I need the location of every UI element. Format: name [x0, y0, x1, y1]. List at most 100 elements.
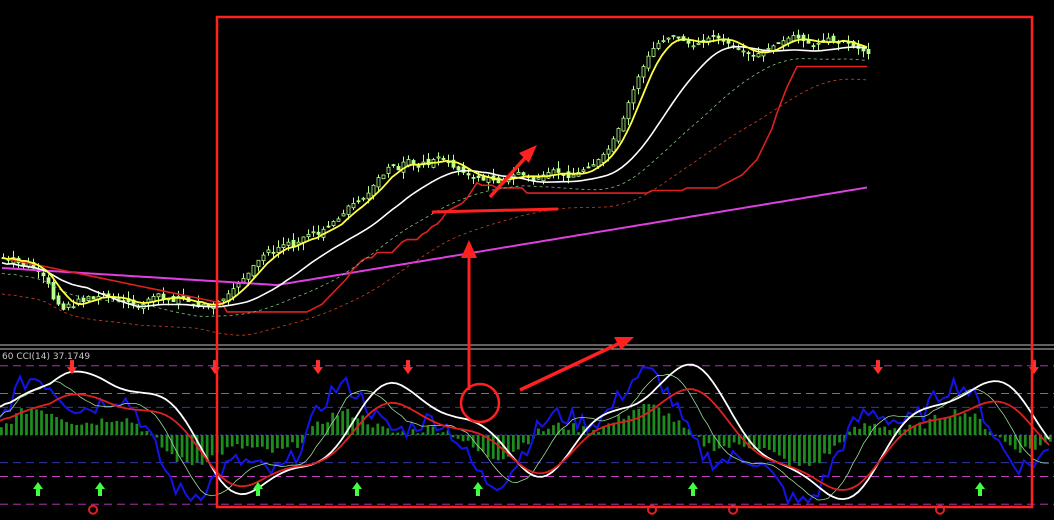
candle-body	[61, 303, 66, 310]
cci-histogram-bar	[431, 426, 435, 435]
cci-histogram-bar	[80, 424, 84, 435]
candle-body	[341, 213, 346, 217]
cci-histogram-bar	[527, 435, 530, 445]
cci-histogram-bar	[281, 435, 284, 449]
candle-body	[326, 225, 331, 228]
candle-body	[866, 48, 871, 54]
candle-body	[831, 35, 836, 42]
candle-body	[641, 66, 646, 78]
candle-body	[606, 148, 611, 155]
cci-histogram-bar	[923, 428, 927, 435]
candle-body	[46, 277, 51, 284]
cci-histogram-bar	[968, 416, 972, 435]
cci-histogram-bar	[1023, 435, 1027, 447]
cci-histogram-bar	[95, 424, 99, 435]
cci-histogram-bar	[883, 426, 887, 435]
candle-body	[316, 231, 321, 235]
candle-body	[276, 246, 281, 253]
cci-histogram-bar	[245, 435, 249, 447]
cci-histogram-bar	[888, 430, 892, 435]
cci-histogram-bar	[547, 428, 550, 435]
candle-body	[686, 40, 691, 44]
candle-body	[221, 298, 226, 302]
cci-histogram-bar	[185, 435, 189, 463]
cci-histogram-bar	[632, 409, 636, 435]
cci-histogram-bar	[562, 428, 565, 435]
candle-body	[286, 241, 291, 246]
candle-body	[271, 251, 276, 254]
candle-body	[586, 166, 591, 169]
candle-body	[566, 171, 571, 178]
cci-histogram-bar	[145, 430, 149, 435]
candle-body	[261, 254, 266, 262]
cci-histogram-bar	[993, 435, 997, 437]
candle-body	[756, 53, 761, 58]
cci-histogram-bar	[667, 413, 671, 435]
cci-histogram-bar	[873, 423, 877, 435]
candle-body	[571, 174, 576, 178]
cci-histogram-bar	[391, 432, 395, 435]
cci-histogram-bar	[767, 435, 771, 450]
cci-histogram-bar	[787, 435, 791, 467]
candle-body	[241, 277, 246, 283]
candle-body	[716, 35, 721, 39]
candle-body	[651, 48, 656, 57]
cci-histogram-bar	[140, 431, 144, 435]
cci-histogram-bar	[135, 423, 139, 435]
cci-histogram-bar	[120, 421, 124, 435]
cci-histogram-bar	[863, 423, 867, 435]
cci-indicator-label: 60 CCI(14) 37.1749	[2, 352, 90, 362]
cci-histogram-bar	[848, 431, 851, 435]
cci-histogram-bar	[963, 413, 967, 435]
cci-histogram-bar	[983, 429, 987, 435]
cci-histogram-bar	[235, 435, 239, 445]
cci-histogram-bar	[818, 435, 821, 464]
cci-histogram-bar	[105, 422, 109, 435]
cci-histogram-bar	[958, 416, 962, 435]
candle-body	[591, 164, 596, 167]
cci-histogram-bar	[130, 422, 134, 435]
candle-body	[751, 54, 756, 57]
candle-body	[666, 37, 671, 40]
cci-histogram-bar	[110, 422, 114, 435]
cci-histogram-bar	[808, 435, 811, 466]
cci-histogram-bar	[516, 435, 520, 450]
cci-histogram-bar	[511, 435, 515, 452]
cci-histogram-bar	[782, 435, 786, 459]
cci-histogram-bar	[672, 421, 676, 435]
cci-histogram-bar	[426, 425, 430, 435]
candle-body	[441, 157, 446, 160]
cci-histogram-bar	[40, 410, 43, 435]
cci-histogram-bar	[50, 413, 53, 435]
cci-histogram-bar	[386, 428, 390, 435]
cci-histogram-bar	[707, 435, 711, 444]
candle-body	[746, 52, 751, 55]
cci-histogram-bar	[10, 423, 13, 435]
cci-histogram-bar	[125, 418, 129, 435]
cci-histogram-bar	[647, 404, 651, 435]
candle-body	[41, 272, 46, 277]
cci-histogram-bar	[657, 407, 661, 435]
cci-histogram-bar	[115, 420, 119, 435]
cci-histogram-bar	[240, 435, 244, 449]
cci-histogram-bar	[617, 415, 621, 435]
candle-body	[436, 156, 441, 159]
cci-histogram-bar	[421, 432, 425, 435]
cci-histogram-bar	[225, 435, 229, 448]
cci-histogram-bar	[180, 435, 184, 458]
candle-body	[781, 40, 786, 46]
candle-body	[791, 35, 796, 42]
candle-body	[796, 34, 801, 39]
cci-histogram-bar	[757, 435, 761, 450]
cci-histogram-bar	[155, 435, 159, 438]
cci-histogram-bar	[948, 417, 952, 435]
candle-body	[466, 173, 471, 176]
cci-histogram-bar	[411, 429, 415, 435]
cci-histogram-bar	[316, 421, 319, 435]
cci-histogram-bar	[793, 435, 796, 462]
cci-histogram-bar	[1008, 435, 1012, 446]
candle-body	[656, 42, 661, 49]
cci-histogram-bar	[291, 435, 294, 443]
candle-body	[616, 128, 621, 142]
cci-histogram-bar	[436, 432, 440, 435]
